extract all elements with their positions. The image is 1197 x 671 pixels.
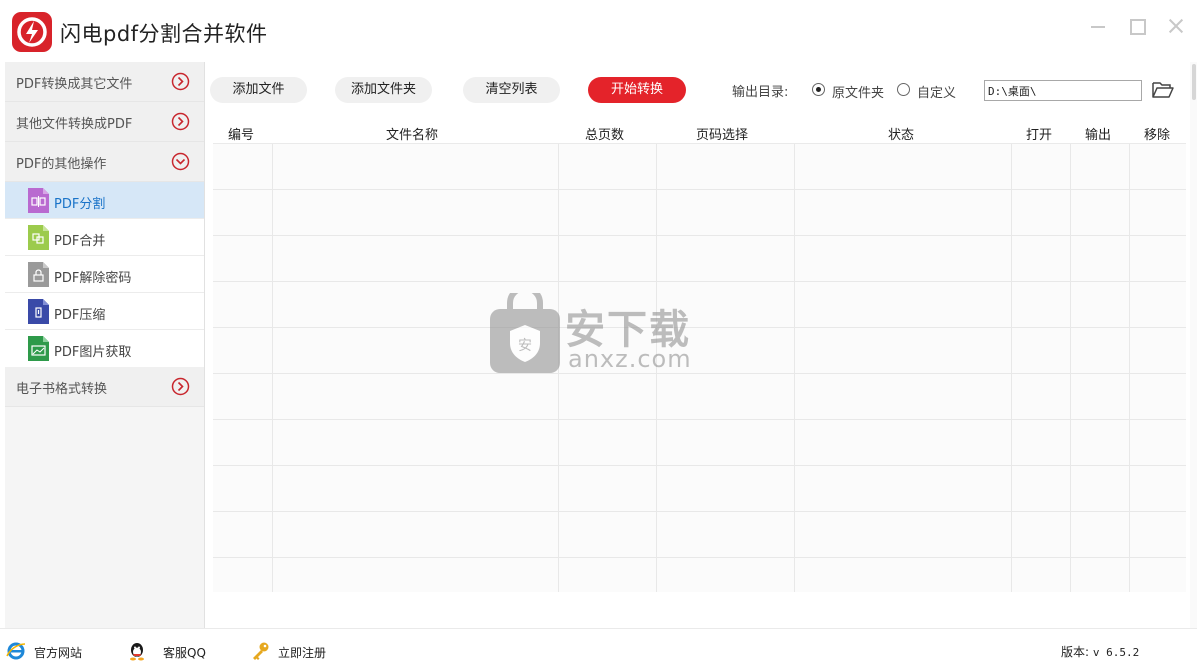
chevron-right-icon bbox=[171, 377, 190, 396]
close-button[interactable] bbox=[1166, 16, 1186, 36]
qq-penguin-icon bbox=[130, 643, 144, 661]
chevron-down-icon bbox=[171, 152, 190, 171]
table-grid-line bbox=[272, 144, 273, 592]
sidebar-item-label: PDF解除密码 bbox=[54, 271, 132, 286]
open-folder-icon[interactable] bbox=[1152, 79, 1174, 99]
title-bar: 闪电pdf分割合并软件 bbox=[0, 0, 1197, 62]
version-info: 版本: v 6.5.2 bbox=[1061, 643, 1139, 660]
official-website-link[interactable]: 官方网站 bbox=[6, 641, 86, 661]
column-header-total-pages: 总页数 bbox=[585, 128, 625, 143]
sidebar-item-label: PDF合并 bbox=[54, 234, 106, 249]
table-grid-line bbox=[794, 144, 795, 592]
add-file-button[interactable]: 添加文件 bbox=[210, 77, 307, 103]
sidebar-category-ebook-convert[interactable]: 电子书格式转换 bbox=[5, 367, 204, 407]
table-grid-line bbox=[213, 235, 1186, 236]
sidebar-item-pdf-merge[interactable]: PDF合并 bbox=[5, 219, 204, 256]
start-convert-button[interactable]: 开始转换 bbox=[588, 77, 686, 103]
sidebar-item-label: PDF图片获取 bbox=[54, 345, 132, 360]
sidebar-item-pdf-compress[interactable]: PDF压缩 bbox=[5, 293, 204, 330]
sidebar-item-pdf-unlock[interactable]: PDF解除密码 bbox=[5, 256, 204, 293]
version-label: 版本: bbox=[1061, 645, 1090, 659]
column-header-open: 打开 bbox=[1026, 128, 1053, 143]
key-icon bbox=[253, 642, 269, 660]
sidebar-item-pdf-split[interactable]: PDF分割 bbox=[5, 182, 204, 219]
chevron-right-icon bbox=[171, 112, 190, 131]
add-folder-button[interactable]: 添加文件夹 bbox=[335, 77, 432, 103]
watermark: 安 安下载 anxz.com bbox=[488, 285, 708, 377]
output-dir-label: 输出目录: bbox=[732, 85, 789, 100]
pdf-image-icon bbox=[28, 336, 49, 361]
sidebar-category-other-to-pdf[interactable]: 其他文件转换成PDF bbox=[5, 102, 204, 142]
pdf-split-icon bbox=[28, 188, 49, 213]
version-number: v 6.5.2 bbox=[1092, 646, 1140, 659]
table-grid-line bbox=[213, 465, 1186, 466]
radio-custom-folder[interactable] bbox=[897, 83, 910, 96]
table-header: 编号 文件名称 总页数 页码选择 状态 打开 输出 移除 bbox=[213, 118, 1186, 144]
column-header-filename: 文件名称 bbox=[386, 128, 439, 143]
minimize-button[interactable] bbox=[1088, 16, 1108, 36]
table-grid-line bbox=[213, 189, 1186, 190]
table-grid-line bbox=[1129, 144, 1130, 592]
scrollbar-thumb[interactable] bbox=[1192, 64, 1196, 100]
register-now-link[interactable]: 立即注册 bbox=[250, 641, 340, 661]
column-header-page-select: 页码选择 bbox=[696, 128, 749, 143]
sidebar-category-label: 其他文件转换成PDF bbox=[16, 117, 133, 132]
vertical-scrollbar[interactable] bbox=[1190, 62, 1197, 628]
register-now-label: 立即注册 bbox=[278, 646, 327, 660]
table-grid-line bbox=[1070, 144, 1071, 592]
column-header-index: 编号 bbox=[228, 128, 255, 143]
watermark-subtext: anxz.com bbox=[568, 345, 692, 373]
sidebar-category-label: PDF转换成其它文件 bbox=[16, 77, 133, 92]
sidebar-category-label: PDF的其他操作 bbox=[16, 157, 107, 172]
pdf-unlock-icon bbox=[28, 262, 49, 287]
radio-original-folder[interactable] bbox=[812, 83, 825, 96]
table-grid-line bbox=[213, 557, 1186, 558]
sidebar-category-pdf-to-other[interactable]: PDF转换成其它文件 bbox=[5, 62, 204, 102]
sidebar-category-pdf-other-ops[interactable]: PDF的其他操作 bbox=[5, 142, 204, 182]
table-grid-line bbox=[1011, 144, 1012, 592]
sidebar-category-label: 电子书格式转换 bbox=[16, 382, 108, 397]
sidebar-item-label: PDF压缩 bbox=[54, 308, 106, 323]
customer-service-qq-link[interactable]: 客服QQ bbox=[127, 641, 207, 661]
pdf-compress-icon bbox=[28, 299, 49, 324]
radio-original-folder-label: 原文件夹 bbox=[832, 86, 885, 101]
table-grid-line bbox=[213, 511, 1186, 512]
status-bar: 官方网站 客服QQ 立即注册 版本: v 6.5.2 bbox=[0, 628, 1197, 671]
svg-text:安: 安 bbox=[518, 338, 532, 354]
column-header-remove: 移除 bbox=[1144, 128, 1171, 143]
radio-custom-folder-label: 自定义 bbox=[917, 86, 957, 101]
column-header-output: 输出 bbox=[1085, 128, 1112, 143]
maximize-button[interactable] bbox=[1127, 16, 1147, 36]
internet-explorer-icon bbox=[6, 642, 26, 660]
output-path-input[interactable] bbox=[984, 80, 1142, 101]
table-grid-line bbox=[213, 281, 1186, 282]
chevron-right-icon bbox=[171, 72, 190, 91]
table-grid-line bbox=[213, 419, 1186, 420]
sidebar-item-pdf-image[interactable]: PDF图片获取 bbox=[5, 330, 204, 368]
customer-service-qq-label: 客服QQ bbox=[163, 646, 206, 660]
app-title: 闪电pdf分割合并软件 bbox=[60, 22, 268, 46]
clear-list-button[interactable]: 清空列表 bbox=[463, 77, 560, 103]
toolbar: 添加文件 添加文件夹 清空列表 开始转换 输出目录: 原文件夹 自定义 bbox=[205, 62, 1197, 118]
sidebar-item-label: PDF分割 bbox=[54, 197, 106, 212]
official-website-label: 官方网站 bbox=[34, 646, 83, 660]
pdf-merge-icon bbox=[28, 225, 49, 250]
column-header-status: 状态 bbox=[888, 128, 915, 143]
sidebar: PDF转换成其它文件 其他文件转换成PDF PDF的其他操作 PDF分割 PDF… bbox=[5, 62, 205, 628]
app-logo-icon bbox=[12, 12, 52, 52]
